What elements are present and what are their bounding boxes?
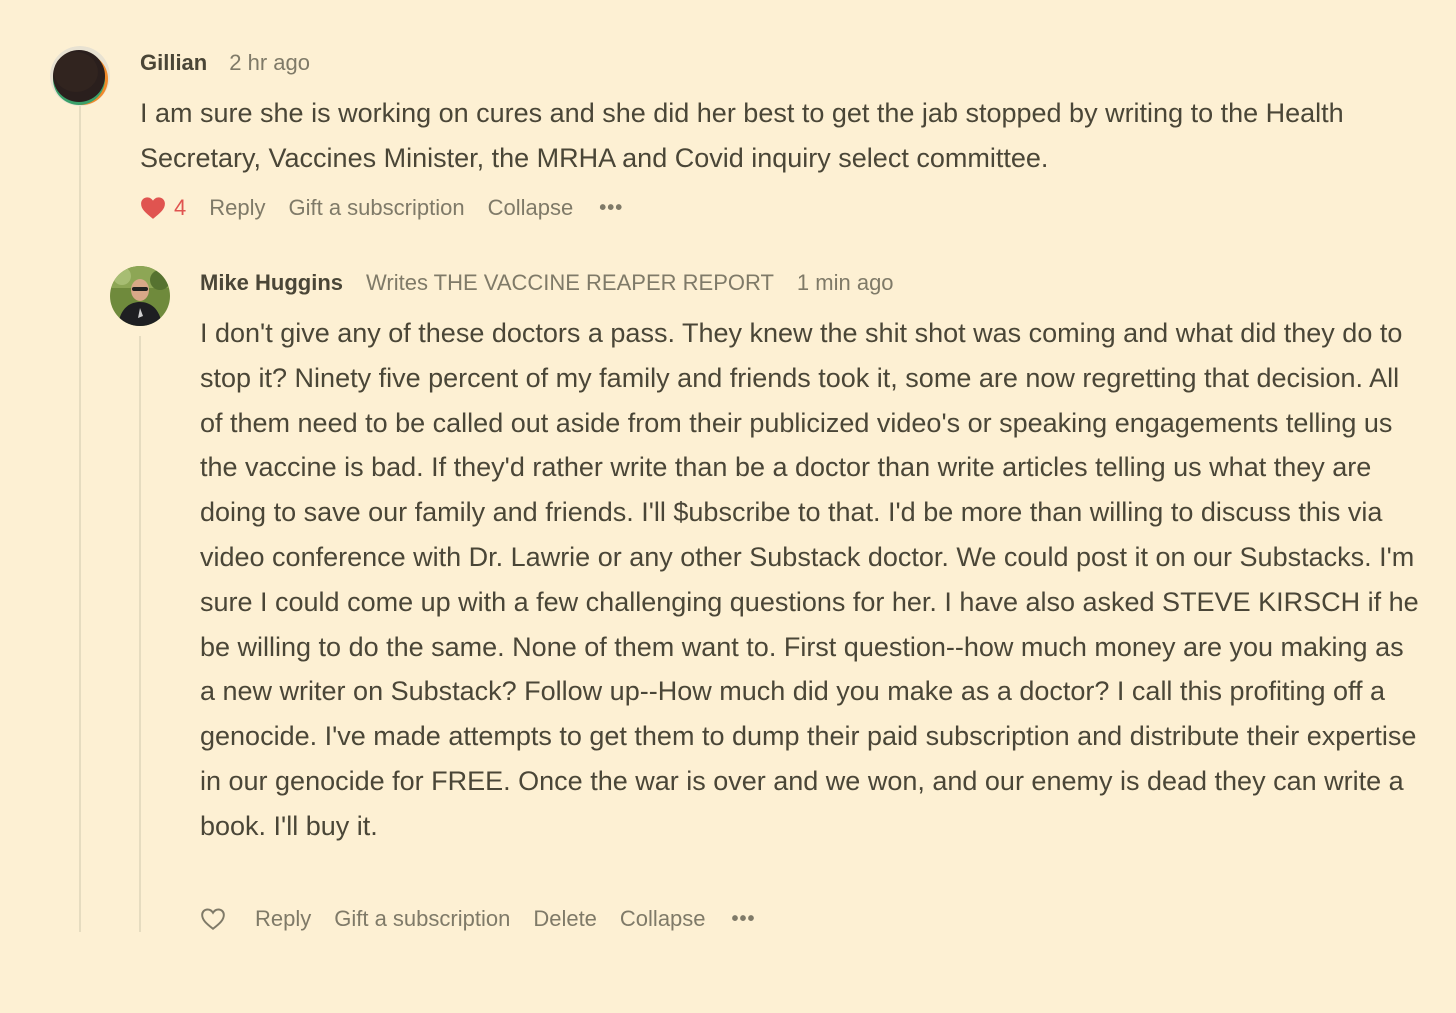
comment-actions-mike-huggins: Reply Gift a subscription Delete Collaps… [200,906,756,932]
author-name[interactable]: Mike Huggins [200,270,343,296]
more-dots-icon[interactable]: ••• [599,197,623,220]
reply-button[interactable]: Reply [255,906,311,932]
avatar-mike-huggins-image [110,266,170,326]
collapse-button[interactable]: Collapse [620,906,706,932]
comment-body-gillian: I am sure she is working on cures and sh… [140,98,1344,173]
timestamp[interactable]: 2 hr ago [229,50,310,76]
thread-line-reply[interactable] [139,336,141,932]
collapse-button[interactable]: Collapse [488,195,574,221]
comment-body-mike-huggins: I don't give any of these doctors a pass… [200,318,1419,841]
heart-outline-icon [201,908,225,930]
author-name[interactable]: Gillian [140,50,207,76]
gift-subscription-button[interactable]: Gift a subscription [289,195,465,221]
like-button[interactable]: 4 [140,195,186,221]
heart-filled-icon [141,197,165,219]
thread-line-primary[interactable] [79,92,81,932]
comment-meta-mike-huggins: Mike Huggins Writes THE VACCINE REAPER R… [200,270,894,296]
comment-meta-gillian: Gillian 2 hr ago [140,50,310,76]
like-count: 4 [174,195,187,220]
delete-button[interactable]: Delete [533,906,597,932]
gift-subscription-button[interactable]: Gift a subscription [334,906,510,932]
timestamp[interactable]: 1 min ago [797,270,894,296]
avatar-mike-huggins[interactable] [110,266,170,326]
more-dots-icon[interactable]: ••• [732,908,756,931]
author-byline[interactable]: Writes THE VACCINE REAPER REPORT [366,270,774,296]
avatar-gillian-image [50,46,110,106]
reply-button[interactable]: Reply [209,195,265,221]
like-button[interactable] [200,907,226,931]
avatar-gillian[interactable] [50,46,110,106]
comment-actions-gillian: 4 Reply Gift a subscription Collapse ••• [140,195,623,221]
comments-thread: Gillian 2 hr ago I am sure she is workin… [0,0,1456,1013]
